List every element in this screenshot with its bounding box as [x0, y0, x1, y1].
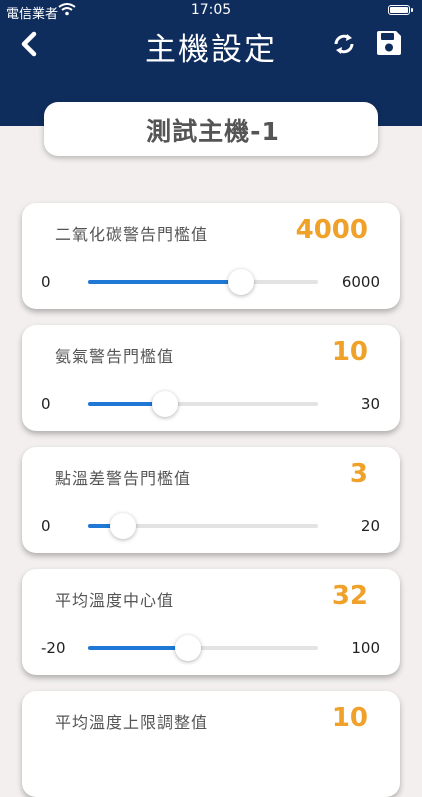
battery-icon — [388, 5, 413, 15]
slider-fill — [88, 280, 242, 284]
slider-min-label: 0 — [41, 273, 51, 291]
setting-value: 10 — [331, 703, 368, 733]
slider-max-label: 6000 — [341, 273, 380, 291]
slider-thumb[interactable] — [109, 513, 136, 539]
slider-max-label: 30 — [360, 395, 380, 413]
slider-max-label: 100 — [351, 639, 380, 657]
setting-value: 10 — [331, 337, 368, 367]
setting-label: 二氧化碳警告門檻值 — [55, 225, 209, 244]
nav-bar: 主機設定 — [0, 20, 422, 70]
save-button[interactable] — [374, 28, 404, 58]
setting-label: 平均溫度上限調整值 — [55, 713, 209, 732]
host-name-field[interactable] — [56, 105, 370, 155]
setting-card: 平均溫度中心值 32 -20 100 — [22, 569, 400, 675]
slider-min-label: 0 — [41, 395, 51, 413]
setting-label: 點溫差警告門檻值 — [55, 469, 192, 488]
slider-thumb[interactable] — [151, 391, 178, 417]
threshold-slider[interactable] — [88, 513, 318, 539]
slider-max-label: 20 — [360, 517, 380, 535]
slider-fill — [88, 646, 188, 650]
slider-min-label: -20 — [41, 639, 66, 657]
setting-value: 4000 — [295, 215, 368, 245]
slider-thumb[interactable] — [228, 269, 255, 295]
setting-value: 32 — [331, 581, 368, 611]
setting-value: 3 — [349, 459, 368, 489]
host-name-box — [44, 102, 378, 156]
setting-label: 平均溫度中心值 — [55, 591, 175, 610]
slider-thumb[interactable] — [174, 635, 201, 661]
sync-button[interactable] — [330, 30, 358, 58]
threshold-slider[interactable] — [88, 635, 318, 661]
status-bar: 電信業者 17:05 — [0, 0, 422, 22]
threshold-slider[interactable] — [88, 391, 318, 417]
setting-label: 氨氣警告門檻值 — [55, 347, 175, 366]
slider-min-label: 0 — [41, 517, 51, 535]
setting-card: 二氧化碳警告門檻值 4000 0 6000 — [22, 203, 400, 309]
page-title: 主機設定 — [145, 32, 277, 68]
setting-card: 點溫差警告門檻值 3 0 20 — [22, 447, 400, 553]
sync-icon — [334, 34, 354, 54]
setting-card: 氨氣警告門檻值 10 0 30 — [22, 325, 400, 431]
status-time: 17:05 — [190, 2, 232, 18]
floppy-save-icon — [377, 31, 401, 55]
threshold-slider[interactable] — [88, 269, 318, 295]
setting-card: 平均溫度上限調整值 10 — [22, 691, 400, 797]
